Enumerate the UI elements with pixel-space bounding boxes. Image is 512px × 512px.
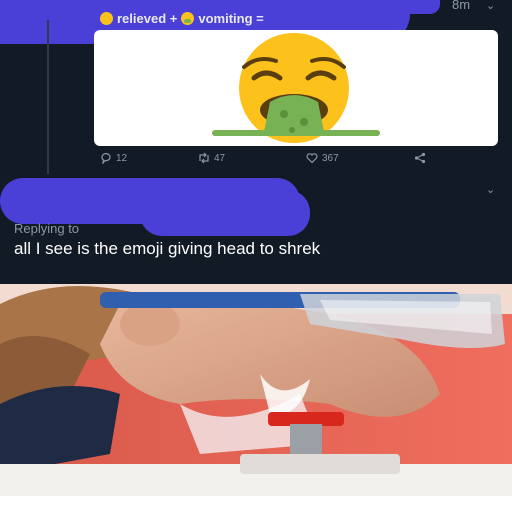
share-action[interactable] [414, 152, 426, 164]
replying-to-label: Replying to [14, 221, 80, 236]
chevron-down-icon[interactable]: ⌄ [486, 183, 495, 196]
chevron-down-icon[interactable]: ⌄ [486, 0, 495, 12]
eyewash-station-photo [0, 284, 512, 496]
retweet-action[interactable]: 47 [198, 152, 225, 164]
reply-icon [101, 153, 111, 164]
vomiting-emoji-image [212, 33, 380, 143]
tweet-text-part-1: relieved + [117, 10, 178, 26]
tweet-text-part-2: vomiting = [198, 10, 264, 26]
like-action[interactable]: 367 [306, 152, 339, 164]
vomiting-face-emoji-icon [181, 11, 195, 25]
retweet-icon [199, 152, 209, 164]
share-icon [414, 152, 426, 164]
tweet-actions-bar: 12 47 367 [96, 150, 436, 168]
reply-action[interactable]: 12 [100, 152, 127, 164]
relieved-face-emoji-icon [100, 11, 113, 25]
retweet-count: 47 [214, 152, 226, 164]
tweet-media-card[interactable] [94, 30, 498, 146]
tweet-text: relieved + vomiting = [100, 8, 264, 28]
thread-connector-line [47, 20, 49, 174]
redacted-reply-handle-scribble [140, 190, 310, 236]
like-count: 367 [322, 152, 339, 164]
redacted-handle-scribble [380, 0, 440, 14]
twitter-thread-screenshot: 8m ⌄ relieved + vomiting = 12 47 367 ⌄ R… [0, 0, 512, 284]
tweet-timestamp: 8m [452, 0, 471, 12]
heart-icon [306, 153, 318, 164]
reply-count: 12 [116, 152, 128, 164]
reply-tweet-text: all I see is the emoji giving head to sh… [14, 239, 321, 258]
